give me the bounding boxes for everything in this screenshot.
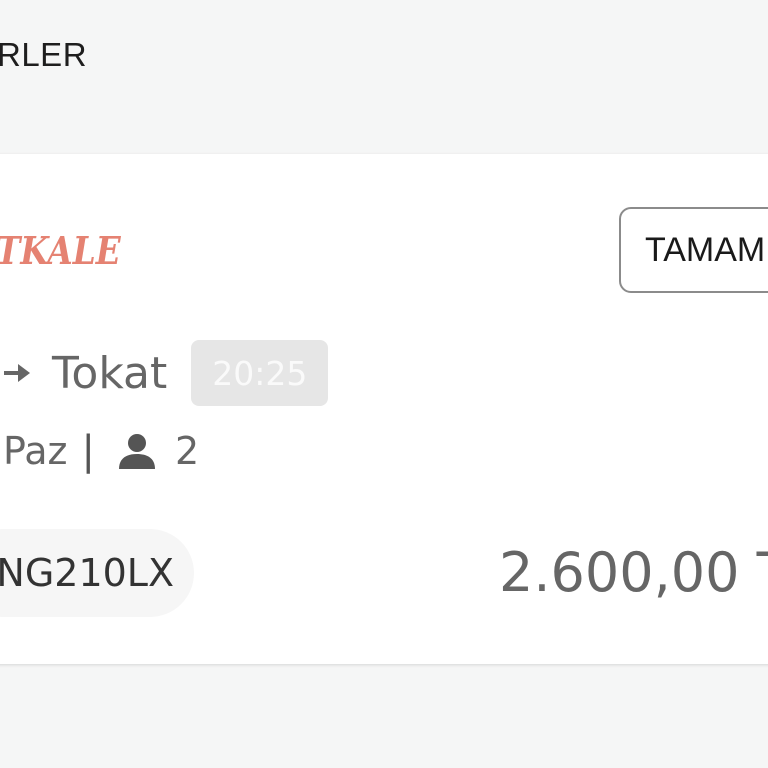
page: RLER TKALE TAMAM Tokat 20:25 Paz | 2 NG2… (0, 0, 768, 768)
route-row: Tokat 20:25 (0, 340, 329, 406)
destination-city: Tokat (52, 347, 168, 399)
ticket-card[interactable]: TKALE TAMAM Tokat 20:25 Paz | 2 NG210LX … (0, 154, 768, 664)
info-divider: | (81, 428, 95, 474)
trip-info-row: Paz | 2 (3, 426, 199, 476)
departure-time-badge: 20:25 (191, 340, 329, 406)
trip-day: Paz (3, 429, 68, 473)
person-icon (118, 434, 155, 469)
ticket-price: 2.600,00 T (499, 541, 768, 604)
arrow-right-icon (4, 364, 30, 382)
passenger-count: 2 (174, 429, 200, 473)
status-button[interactable]: TAMAM (619, 207, 768, 293)
section-header-title: RLER (0, 36, 88, 73)
bus-company-logo: TKALE (0, 228, 121, 273)
pnr-code-chip[interactable]: NG210LX (0, 529, 194, 617)
